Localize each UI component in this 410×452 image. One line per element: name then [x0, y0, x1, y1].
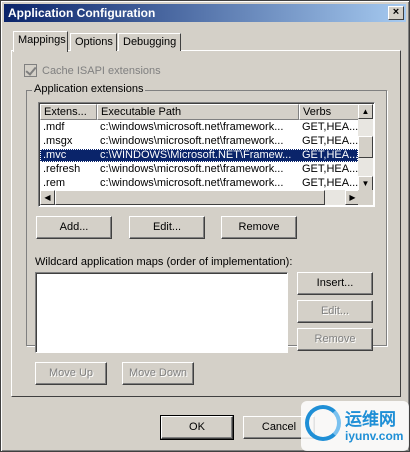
vertical-scroll-thumb[interactable]	[358, 136, 373, 158]
wildcard-edit-button[interactable]: Edit...	[297, 300, 373, 323]
checkbox-check-icon	[24, 64, 37, 77]
column-header-executable-path[interactable]: Executable Path	[97, 104, 299, 120]
watermark-logo-icon	[305, 405, 341, 441]
cache-isapi-checkbox[interactable]: Cache ISAPI extensions	[24, 64, 161, 77]
watermark-url: iyunv.com	[345, 429, 404, 443]
tab-options[interactable]: Options	[70, 33, 117, 51]
group-title: Application extensions	[32, 83, 146, 95]
close-button[interactable]: ×	[388, 6, 404, 20]
column-header-verbs[interactable]: Verbs	[299, 104, 361, 120]
scroll-down-icon[interactable]: ▼	[358, 176, 373, 191]
tab-mappings[interactable]: Mappings	[13, 31, 68, 52]
table-row[interactable]: .rem c:\windows\microsoft.net\framework.…	[40, 177, 358, 190]
vertical-scrollbar[interactable]: ▲ ▼	[358, 104, 373, 191]
add-button[interactable]: Add...	[36, 216, 112, 239]
table-row[interactable]: .msgx c:\windows\microsoft.net\framework…	[40, 135, 358, 148]
extensions-list[interactable]: Extens... Executable Path Verbs .mdf c:\…	[38, 102, 375, 207]
horizontal-scroll-thumb[interactable]	[55, 190, 325, 205]
application-configuration-dialog: Application Configuration × Mappings Opt…	[0, 0, 410, 452]
list-header: Extens... Executable Path Verbs	[40, 104, 361, 120]
table-row[interactable]: .mdf c:\windows\microsoft.net\framework.…	[40, 121, 358, 134]
scroll-left-icon[interactable]: ◀	[40, 190, 55, 205]
window-title: Application Configuration	[8, 6, 156, 20]
remove-button[interactable]: Remove	[221, 216, 297, 239]
horizontal-scrollbar[interactable]: ◀ ▶	[40, 190, 360, 205]
table-row-selected[interactable]: .mvc c:\WINDOWS\Microsoft.NET\Framew... …	[40, 149, 358, 162]
watermark-name: 运维网	[345, 410, 396, 430]
site-watermark: 运维网 iyunv.com	[301, 401, 409, 451]
wildcard-remove-button[interactable]: Remove	[297, 328, 373, 351]
tab-debugging[interactable]: Debugging	[118, 33, 181, 51]
wildcard-maps-label: Wildcard application maps (order of impl…	[35, 256, 293, 268]
move-up-button[interactable]: Move Up	[35, 362, 107, 385]
move-down-button[interactable]: Move Down	[122, 362, 194, 385]
column-header-extension[interactable]: Extens...	[40, 104, 97, 120]
scrollbar-corner	[358, 190, 373, 205]
cache-isapi-label: Cache ISAPI extensions	[42, 64, 161, 77]
scroll-up-icon[interactable]: ▲	[358, 104, 373, 119]
ok-button[interactable]: OK	[160, 415, 234, 440]
edit-button[interactable]: Edit...	[129, 216, 205, 239]
table-row[interactable]: .refresh c:\windows\microsoft.net\framew…	[40, 163, 358, 176]
wildcard-maps-list[interactable]	[35, 272, 288, 353]
title-bar: Application Configuration ×	[4, 4, 406, 22]
insert-button[interactable]: Insert...	[297, 272, 373, 295]
